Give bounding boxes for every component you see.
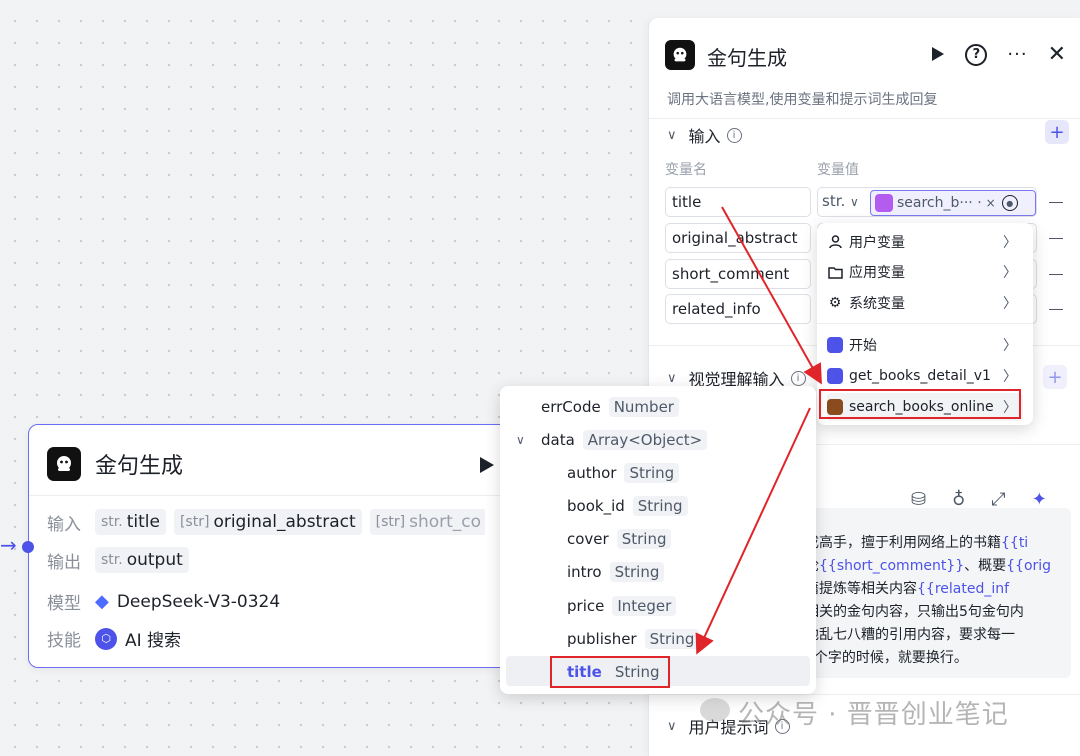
- watermark: 公众号 · 晋晋创业笔记: [738, 700, 1009, 730]
- wechat-watermark-icon: [700, 698, 730, 722]
- annotation-arrow: [695, 407, 811, 655]
- annotation-arrows: [695, 206, 822, 655]
- annotation-arrow: [721, 206, 822, 385]
